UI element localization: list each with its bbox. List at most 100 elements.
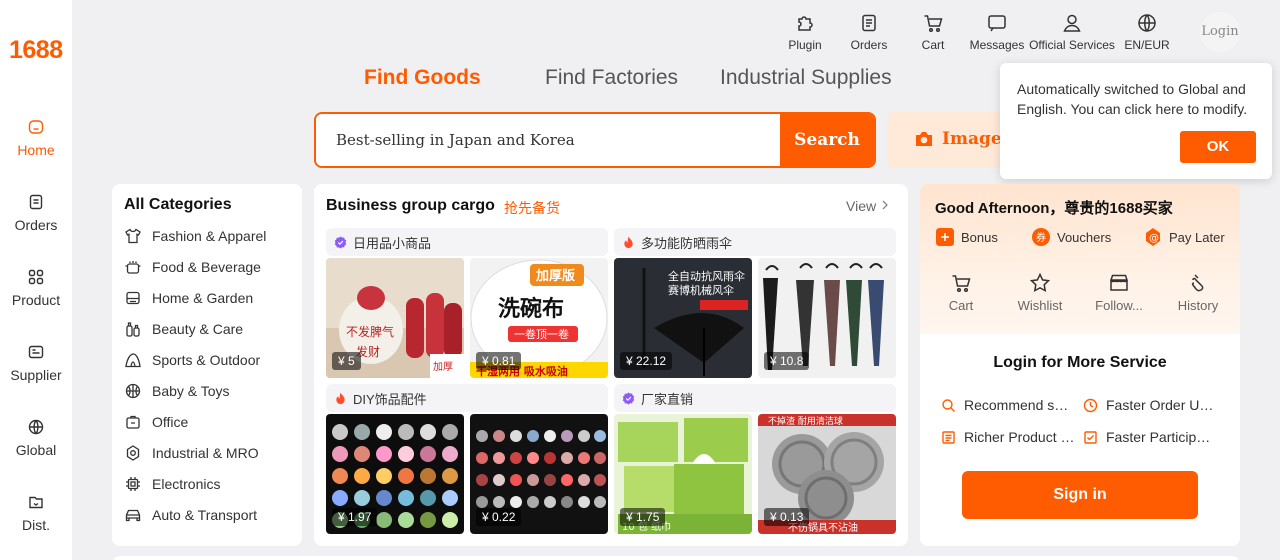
quick-wishlist[interactable]: Wishlist (1008, 272, 1072, 313)
product-card[interactable]: ¥ 10.8 (758, 258, 896, 378)
history-icon (1191, 274, 1204, 292)
camera-icon (916, 132, 932, 146)
quick-history[interactable]: History (1166, 272, 1230, 313)
svg-text:加厚版: 加厚版 (535, 268, 575, 284)
product-price: ¥ 1.97 (332, 508, 378, 526)
service-label: Faster Particip… (1106, 429, 1211, 445)
popup-text: Automatically switched to Global and Eng… (1017, 81, 1248, 117)
globe-icon (28, 419, 44, 435)
product-card[interactable]: 全自动抗风雨伞 赛博机械风伞 ¥ 22.12 (614, 258, 752, 378)
sofa-icon (126, 291, 140, 304)
category-home-garden[interactable]: Home & Garden (124, 282, 290, 313)
ok-button[interactable]: OK (1180, 131, 1256, 163)
topnav-plugin[interactable]: Plugin (788, 12, 822, 52)
category-food[interactable]: Food & Beverage (124, 251, 290, 282)
star-icon (1029, 272, 1051, 292)
cargo-group: 多功能防晒雨伞 全自动抗风雨伞 赛博机械风伞 ¥ 22.12 ¥ 10.8 (614, 228, 896, 378)
car-icon (125, 509, 141, 521)
message-icon (988, 15, 1006, 32)
perk-pay-later[interactable]: @ Pay Later (1144, 228, 1225, 246)
category-baby-toys[interactable]: Baby & Toys (124, 375, 290, 406)
logo[interactable]: 1688 (9, 36, 63, 65)
quick-cart[interactable]: Cart (929, 272, 993, 313)
bottles-icon (126, 321, 140, 337)
distribution-icon (29, 496, 43, 509)
quick-follow[interactable]: Follow... (1087, 272, 1151, 313)
svg-text:洗碗布: 洗碗布 (498, 296, 564, 322)
category-beauty[interactable]: Beauty & Care (124, 313, 290, 344)
cargo-group-header[interactable]: DIY饰品配件 (326, 384, 608, 412)
bonus-icon (936, 228, 954, 246)
greeting: Good Afternoon，尊贵的1688买家 (935, 200, 1173, 217)
voucher-icon: 券 (1032, 228, 1050, 246)
sidebar-item-supplier[interactable]: Supplier (0, 343, 72, 383)
cargo-group-header[interactable]: 多功能防晒雨伞 (614, 228, 896, 256)
category-auto[interactable]: Auto & Transport (124, 499, 290, 530)
search-input[interactable] (316, 114, 782, 166)
svg-text:全自动抗风雨伞: 全自动抗风雨伞 (668, 269, 745, 283)
chevron-right-icon (882, 200, 888, 210)
puzzle-icon (798, 16, 813, 31)
chip-icon (126, 476, 140, 491)
search-button[interactable]: Search (780, 114, 874, 166)
sign-in-button[interactable]: Sign in (962, 471, 1198, 519)
category-fashion[interactable]: Fashion & Apparel (124, 220, 290, 251)
product-card[interactable]: ¥ 0.22 (470, 414, 608, 534)
topnav-official-services[interactable]: Official Services (1029, 12, 1115, 52)
category-sports[interactable]: Sports & Outdoor (124, 344, 290, 375)
purple-badge-icon (622, 391, 635, 405)
sidebar-item-distribution[interactable]: Dist. (0, 493, 72, 533)
service-faster-order: Faster Order U… (1083, 397, 1219, 413)
product-card[interactable]: ¥ 1.97 (326, 414, 464, 534)
category-label: Beauty & Care (152, 320, 244, 337)
category-label: Industrial & MRO (152, 444, 259, 461)
category-electronics[interactable]: Electronics (124, 468, 290, 499)
tab-industrial-supplies[interactable]: Industrial Supplies (720, 66, 892, 90)
sidebar-item-global[interactable]: Global (0, 418, 72, 458)
left-sidebar: 1688 Home Orders Product Supplier Global… (0, 0, 72, 560)
product-card[interactable]: 不掉渣 耐用清洁球 不伤锅具不沾油 ¥ 0.13 (758, 414, 896, 534)
category-label: Auto & Transport (152, 506, 258, 523)
category-label: Fashion & Apparel (152, 227, 267, 244)
topnav-orders[interactable]: Orders (849, 12, 889, 52)
search-bar: Search (314, 112, 876, 168)
perk-bonus[interactable]: Bonus (936, 228, 998, 246)
category-label: Office (152, 413, 189, 430)
category-office[interactable]: Office (124, 406, 290, 437)
sidebar-item-home[interactable]: Home (0, 118, 72, 158)
supplier-icon (28, 345, 44, 359)
sidebar-item-product[interactable]: Product (0, 268, 72, 308)
cargo-group-header[interactable]: 日用品小商品 (326, 228, 608, 256)
topnav-cart[interactable]: Cart (918, 12, 948, 52)
tab-find-goods[interactable]: Find Goods (364, 66, 481, 90)
fire-icon (336, 391, 345, 404)
product-price: ¥ 22.12 (620, 352, 673, 370)
quick-label: Wishlist (1017, 298, 1063, 313)
product-price: ¥ 0.13 (764, 508, 810, 526)
cargo-group-header[interactable]: 厂家直销 (614, 384, 896, 412)
sidebar-item-orders[interactable]: Orders (0, 193, 72, 233)
sidebar-item-label: Supplier (10, 367, 62, 383)
ball-icon (125, 383, 141, 398)
svg-text:券: 券 (1036, 231, 1046, 244)
login-button[interactable]: Login (1200, 12, 1240, 52)
category-industrial[interactable]: Industrial & MRO (124, 437, 290, 468)
cargo-group-name: 厂家直销 (641, 391, 694, 407)
category-label: Electronics (152, 475, 221, 492)
tab-find-factories[interactable]: Find Factories (545, 66, 678, 90)
topnav-language[interactable]: EN/EUR (1123, 12, 1171, 52)
clock-icon (1083, 398, 1098, 412)
cargo-group-name: DIY饰品配件 (353, 391, 427, 407)
topnav-messages[interactable]: Messages (968, 12, 1026, 52)
view-link[interactable]: View (846, 198, 890, 214)
category-label: Home & Garden (152, 289, 254, 306)
perk-vouchers[interactable]: 券 Vouchers (1032, 228, 1111, 246)
product-card[interactable]: 10 包 纸巾 ¥ 1.75 (614, 414, 752, 534)
globe-icon (1138, 14, 1156, 32)
language-popup: Automatically switched to Global and Eng… (1000, 63, 1272, 179)
pay-later-icon: @ (1146, 228, 1160, 246)
account-panel-top: Good Afternoon，尊贵的1688买家 Bonus 券 Voucher… (920, 184, 1240, 334)
product-card[interactable]: 不发脾气 发财 加厚 ¥ 5 (326, 258, 464, 378)
product-card[interactable]: 加厚版 洗碗布 一卷顶一卷 干湿两用 吸水吸油 ¥ 0.81 (470, 258, 608, 378)
svg-text:不发脾气: 不发脾气 (346, 324, 394, 339)
